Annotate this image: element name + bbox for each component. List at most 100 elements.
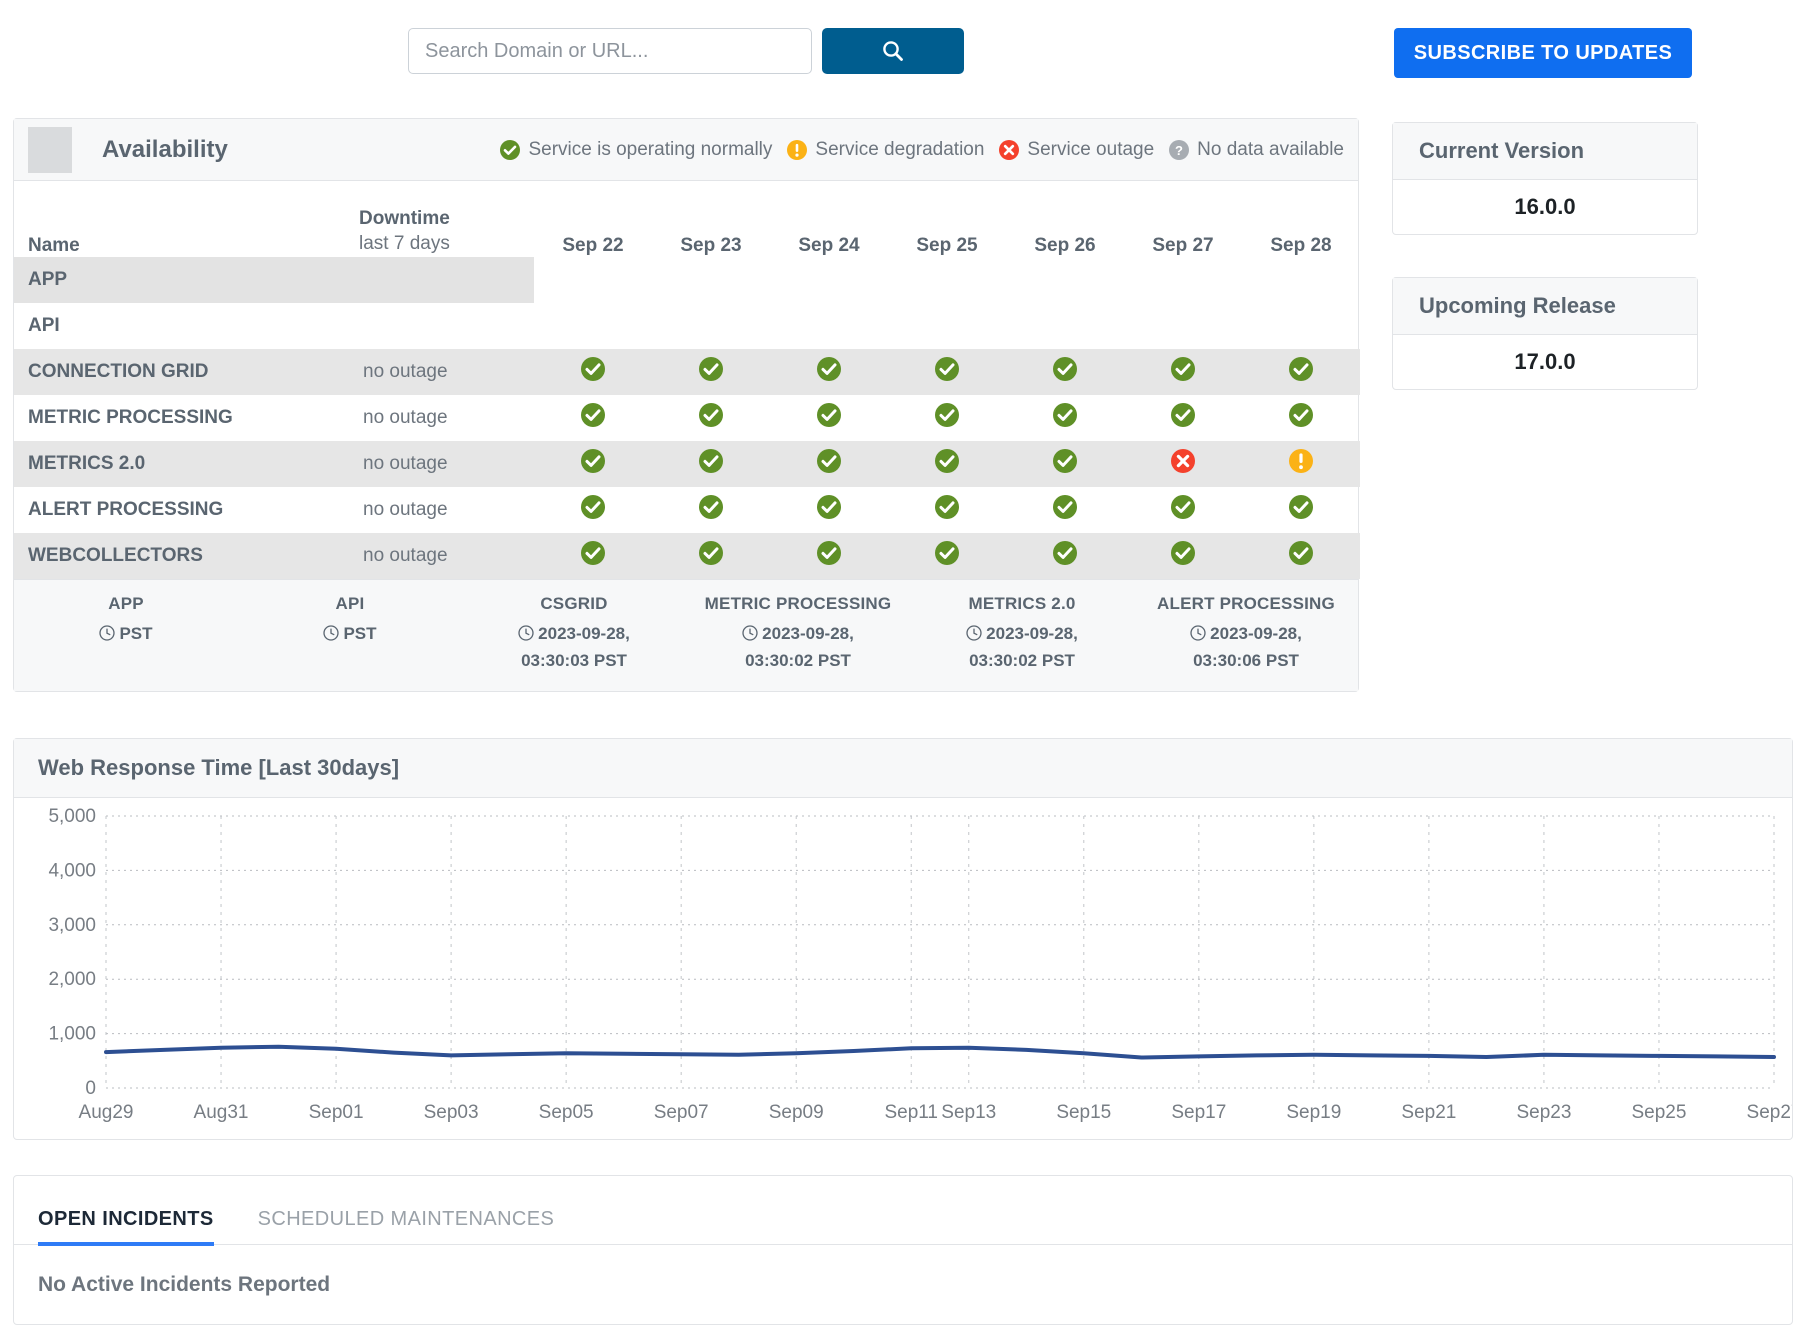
status-cell[interactable] <box>1006 349 1124 395</box>
footer-service-name: METRIC PROCESSING <box>704 594 892 613</box>
legend-label: Service is operating normally <box>528 138 773 160</box>
status-cell[interactable] <box>534 349 652 395</box>
status-cell <box>1124 257 1242 303</box>
status-cell[interactable] <box>1006 395 1124 441</box>
status-cell[interactable] <box>652 533 770 579</box>
status-cell[interactable] <box>770 395 888 441</box>
status-cell <box>652 257 770 303</box>
column-header-day: Sep 27 <box>1152 235 1214 256</box>
footer-timestamp: PST <box>238 622 462 649</box>
upcoming-release-value: 17.0.0 <box>1514 349 1576 374</box>
y-axis-tick-label: 4,000 <box>48 860 96 881</box>
status-cell <box>652 303 770 349</box>
footer-service-status: METRICS 2.0 2023-09-28, 03:30:02 PST <box>910 594 1134 673</box>
brand-logo-placeholder <box>28 126 72 173</box>
search-input[interactable] <box>408 28 812 74</box>
status-cell[interactable] <box>534 441 652 487</box>
top-bar: SUBSCRIBE TO UPDATES <box>0 0 1798 100</box>
status-cell[interactable] <box>1124 395 1242 441</box>
status-cell[interactable] <box>888 395 1006 441</box>
status-cell[interactable] <box>1242 441 1360 487</box>
status-cell[interactable] <box>652 349 770 395</box>
downtime-value: no outage <box>363 361 448 382</box>
status-cell[interactable] <box>888 533 1006 579</box>
table-row: CONNECTION GRID no outage <box>14 349 1360 395</box>
status-cell[interactable] <box>770 349 888 395</box>
column-header-name: Name <box>28 235 80 256</box>
status-cell[interactable] <box>1006 441 1124 487</box>
status-cell <box>534 257 652 303</box>
check-circle-icon <box>1288 402 1314 428</box>
status-page: SUBSCRIBE TO UPDATES Availability Servic… <box>0 0 1798 1328</box>
status-cell[interactable] <box>770 441 888 487</box>
table-row: WEBCOLLECTORS no outage <box>14 533 1360 579</box>
check-circle-icon <box>1052 356 1078 382</box>
status-cell[interactable] <box>1124 487 1242 533</box>
footer-service-name: API <box>335 594 365 613</box>
service-name: METRIC PROCESSING <box>28 407 233 428</box>
column-header-day: Sep 26 <box>1034 235 1096 256</box>
status-cell[interactable] <box>1124 533 1242 579</box>
check-circle-icon <box>816 540 842 566</box>
status-cell[interactable] <box>1124 441 1242 487</box>
status-cell[interactable] <box>1006 533 1124 579</box>
chart-line-series <box>104 1044 1776 1060</box>
status-cell <box>888 303 1006 349</box>
status-cell[interactable] <box>1006 487 1124 533</box>
status-cell[interactable] <box>652 487 770 533</box>
footer-service-name: METRICS 2.0 <box>968 594 1076 613</box>
x-axis-tick-label: Sep11 <box>884 1102 938 1123</box>
table-row: ALERT PROCESSING no outage <box>14 487 1360 533</box>
upcoming-release-title: Upcoming Release <box>1393 278 1697 335</box>
y-axis-tick-label: 1,000 <box>48 1024 96 1045</box>
x-axis-tick-label: Aug31 <box>194 1102 249 1123</box>
subscribe-to-updates-button[interactable]: SUBSCRIBE TO UPDATES <box>1394 28 1692 78</box>
status-cell[interactable] <box>534 487 652 533</box>
status-cell[interactable] <box>1242 533 1360 579</box>
check-circle-icon <box>1170 540 1196 566</box>
x-axis-tick-label: Sep13 <box>941 1102 996 1123</box>
status-cell[interactable] <box>652 395 770 441</box>
check-circle-icon <box>698 448 724 474</box>
status-cell[interactable] <box>652 441 770 487</box>
status-cell[interactable] <box>534 395 652 441</box>
legend-label: Service degradation <box>815 138 985 160</box>
service-name: CONNECTION GRID <box>28 361 209 382</box>
check-circle-icon <box>1288 356 1314 382</box>
status-cell[interactable] <box>888 441 1006 487</box>
status-cell[interactable] <box>1124 349 1242 395</box>
check-circle-icon <box>1288 494 1314 520</box>
clock-icon <box>1190 624 1206 649</box>
status-cell[interactable] <box>1242 349 1360 395</box>
exclamation-circle-icon <box>786 139 808 161</box>
status-cell[interactable] <box>888 349 1006 395</box>
downtime-value: no outage <box>363 545 448 566</box>
x-axis-tick-label: Sep17 <box>1171 1102 1226 1123</box>
check-circle-icon <box>1170 356 1196 382</box>
service-name: APP <box>14 257 359 303</box>
footer-service-name: ALERT PROCESSING <box>1157 594 1335 613</box>
availability-title: Availability <box>102 135 228 163</box>
availability-footer: APP PST API PST CSGRID 2023-09-28, 03:30:03 PS… <box>14 579 1358 692</box>
downtime-value <box>359 257 534 303</box>
legend-item-service-outage: Service outage <box>998 139 1154 161</box>
downtime-value: no outage <box>363 499 448 520</box>
search-button[interactable] <box>822 28 964 74</box>
status-cell[interactable] <box>888 487 1006 533</box>
status-cell[interactable] <box>770 533 888 579</box>
downtime-title: Downtime <box>359 207 450 229</box>
exclamation-circle-icon <box>1288 448 1314 474</box>
tab-scheduled-maintenances[interactable]: SCHEDULED MAINTENANCES <box>258 1208 555 1244</box>
status-cell[interactable] <box>1242 395 1360 441</box>
footer-timestamp: 2023-09-28, 03:30:06 PST <box>1134 622 1358 673</box>
status-cell[interactable] <box>1242 487 1360 533</box>
table-row: APP <box>14 257 1360 303</box>
current-version-title: Current Version <box>1393 123 1697 180</box>
x-axis-tick-label: Sep07 <box>654 1102 709 1123</box>
tab-open-incidents[interactable]: OPEN INCIDENTS <box>38 1208 214 1246</box>
status-cell[interactable] <box>770 487 888 533</box>
status-cell[interactable] <box>534 533 652 579</box>
footer-timestamp: 2023-09-28, 03:30:03 PST <box>462 622 686 673</box>
y-axis-tick-label: 2,000 <box>48 969 96 990</box>
footer-timestamp: 2023-09-28, 03:30:02 PST <box>686 622 910 673</box>
